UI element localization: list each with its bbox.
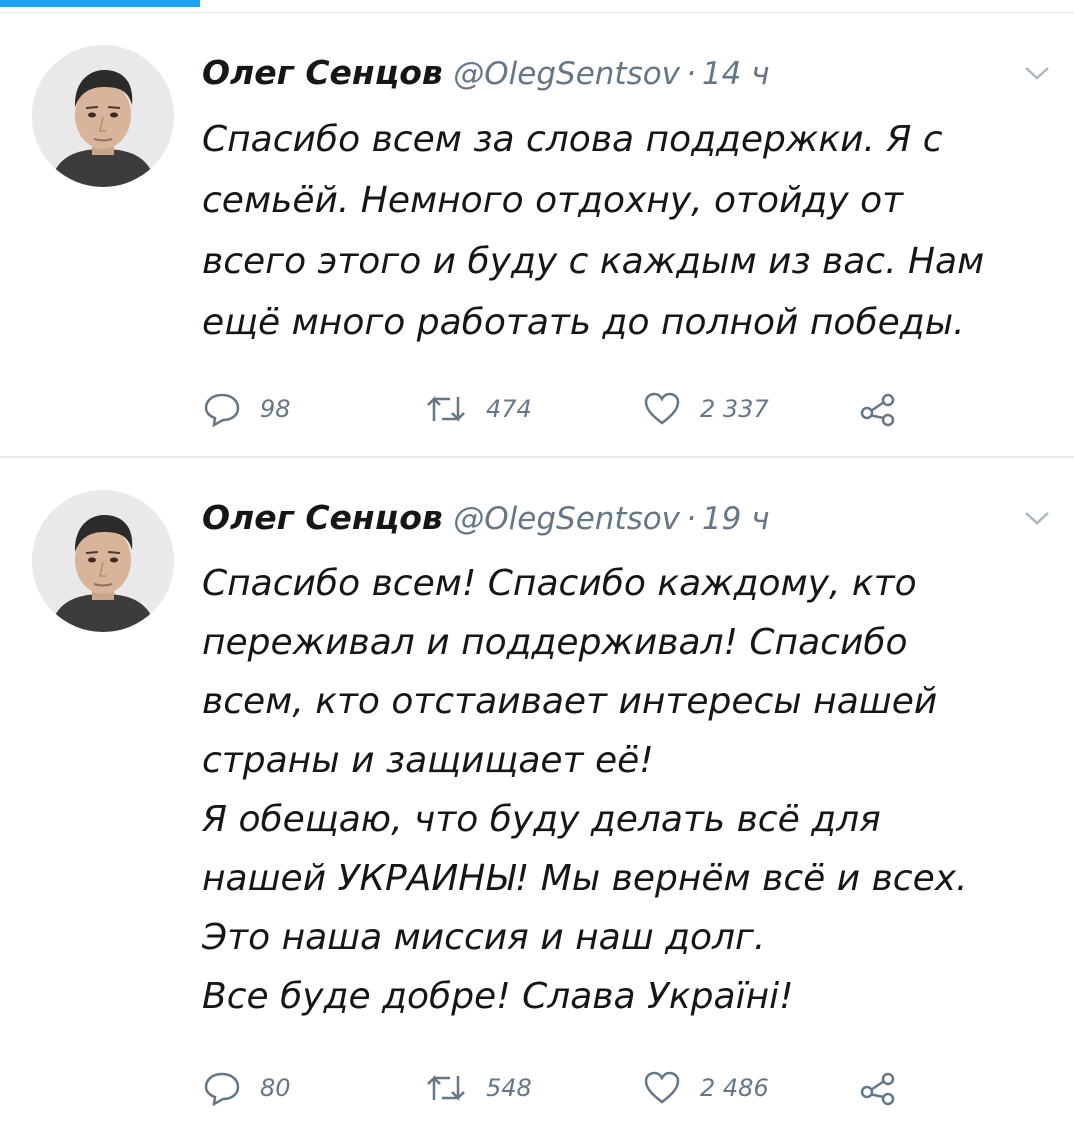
tweet-text: Спасибо всем! Спасибо каждому, кто переж…: [202, 563, 968, 1017]
tweet[interactable]: Олег Сенцов @OlegSentsov · 19 ч Спасибо вс…: [0, 458, 1074, 1134]
retweet-icon: [424, 391, 468, 427]
share-button[interactable]: [858, 389, 898, 429]
avatar[interactable]: [32, 45, 174, 187]
share-button[interactable]: [858, 1068, 898, 1108]
chevron-down-icon[interactable]: [1022, 63, 1052, 83]
separator: ·: [686, 501, 696, 537]
timestamp[interactable]: 19 ч: [702, 501, 770, 537]
author-handle[interactable]: @OlegSentsov: [453, 501, 680, 537]
share-icon: [858, 1070, 898, 1106]
separator: ·: [686, 56, 696, 92]
retweet-icon: [424, 1070, 468, 1106]
like-icon: [642, 1070, 682, 1106]
active-tab-indicator: [0, 0, 200, 7]
reply-button[interactable]: 80: [202, 1068, 291, 1108]
reply-button[interactable]: 98: [202, 389, 291, 429]
avatar[interactable]: [32, 490, 174, 632]
reply-icon: [202, 391, 242, 427]
like-button[interactable]: 2 337: [642, 389, 769, 429]
share-icon: [858, 391, 898, 427]
tweet-text: Спасибо всем за слова поддержки. Я с сем…: [202, 119, 985, 343]
retweet-button[interactable]: 548: [424, 1068, 532, 1108]
retweet-count: 548: [486, 1074, 532, 1102]
timestamp[interactable]: 14 ч: [702, 56, 770, 92]
author-name[interactable]: Олег Сенцов: [202, 498, 443, 537]
tweet-header: Олег Сенцов @OlegSentsov · 14 ч: [202, 51, 770, 95]
like-count: 2 486: [700, 1074, 769, 1102]
tweet-header: Олег Сенцов @OlegSentsov · 19 ч: [202, 496, 770, 540]
retweet-count: 474: [486, 395, 532, 423]
like-count: 2 337: [700, 395, 769, 423]
tweet[interactable]: Олег Сенцов @OlegSentsov · 14 ч Спасибо вс…: [0, 13, 1074, 455]
tweet-actions: 98 474 2 337: [202, 389, 922, 429]
author-handle[interactable]: @OlegSentsov: [453, 56, 680, 92]
like-button[interactable]: 2 486: [642, 1068, 769, 1108]
reply-count: 80: [260, 1074, 291, 1102]
like-icon: [642, 391, 682, 427]
tweet-actions: 80 548 2 486: [202, 1068, 922, 1108]
author-name[interactable]: Олег Сенцов: [202, 53, 443, 92]
chevron-down-icon[interactable]: [1022, 508, 1052, 528]
retweet-button[interactable]: 474: [424, 389, 532, 429]
reply-icon: [202, 1070, 242, 1106]
reply-count: 98: [260, 395, 291, 423]
